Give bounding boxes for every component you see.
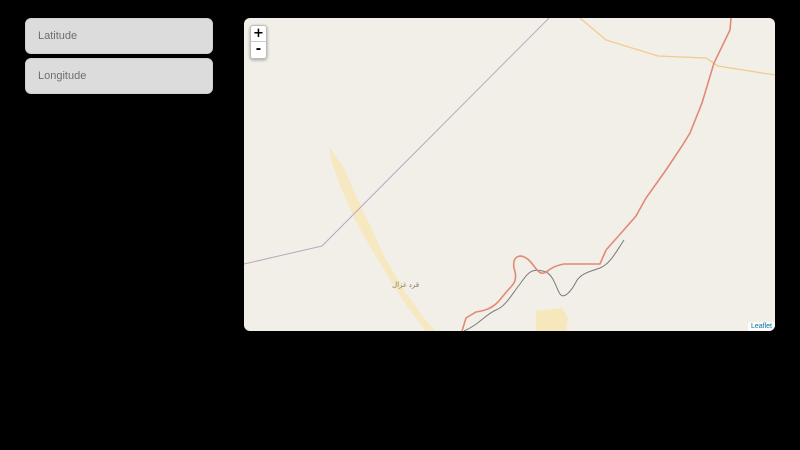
longitude-input[interactable] <box>25 58 213 94</box>
admin-border <box>244 18 550 265</box>
zoom-out-button[interactable]: - <box>251 42 266 58</box>
sand-strip <box>329 146 436 331</box>
zoom-in-button[interactable]: + <box>251 26 266 42</box>
attribution-link[interactable]: Leaflet <box>747 322 775 331</box>
sand-patch <box>536 308 568 331</box>
latitude-input[interactable] <box>25 18 213 54</box>
place-label: قرد غزال <box>392 281 420 289</box>
road <box>579 18 775 76</box>
map-tiles <box>244 18 775 331</box>
zoom-control: + - <box>250 25 267 59</box>
map-view[interactable]: + - قرد غزال Leaflet <box>244 18 775 331</box>
